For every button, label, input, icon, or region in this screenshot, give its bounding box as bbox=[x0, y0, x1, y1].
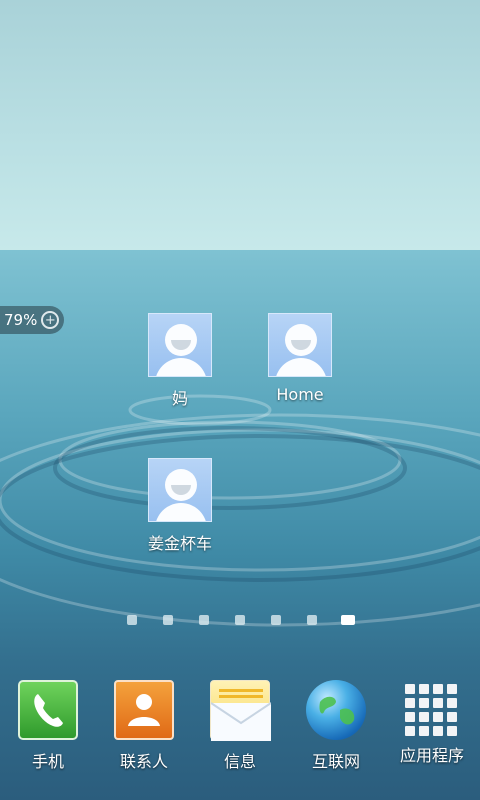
page-dot[interactable] bbox=[271, 615, 281, 625]
dock-label: 手机 bbox=[31, 752, 64, 771]
phone-icon bbox=[18, 680, 78, 740]
dock-app-contacts[interactable]: 联系人 bbox=[96, 680, 192, 772]
page-dot-active[interactable] bbox=[341, 615, 355, 625]
contact-avatar-icon bbox=[268, 313, 332, 377]
contact-shortcut-ma[interactable]: 妈 bbox=[130, 313, 230, 409]
page-dot[interactable] bbox=[307, 615, 317, 625]
dock-label: 应用程序 bbox=[399, 746, 464, 765]
battery-percent: 79% bbox=[4, 311, 38, 329]
dock-app-messages[interactable]: 信息 bbox=[192, 680, 288, 772]
dock-label: 信息 bbox=[223, 752, 256, 771]
contacts-icon bbox=[114, 680, 174, 740]
page-dot[interactable] bbox=[127, 615, 137, 625]
page-dot[interactable] bbox=[163, 615, 173, 625]
message-icon bbox=[210, 680, 272, 741]
contact-label: 妈 bbox=[171, 389, 188, 408]
page-dot[interactable] bbox=[199, 615, 209, 625]
contact-avatar-icon bbox=[148, 313, 212, 377]
globe-icon bbox=[306, 680, 366, 740]
battery-indicator: 79% + bbox=[0, 306, 64, 334]
contact-avatar-icon bbox=[148, 458, 212, 522]
dock-app-phone[interactable]: 手机 bbox=[0, 680, 96, 772]
contact-shortcut-jiang[interactable]: 姜金杯车 bbox=[130, 458, 230, 554]
wallpaper-sky bbox=[0, 0, 480, 250]
dock-app-internet[interactable]: 互联网 bbox=[288, 680, 384, 772]
page-indicator[interactable] bbox=[0, 614, 480, 626]
apps-grid-icon bbox=[405, 680, 459, 736]
dock-label: 联系人 bbox=[119, 752, 168, 771]
dock-label: 互联网 bbox=[311, 752, 360, 771]
page-dot[interactable] bbox=[235, 615, 245, 625]
dock-app-all-apps[interactable]: 应用程序 bbox=[384, 680, 480, 766]
contact-shortcut-home[interactable]: Home bbox=[250, 313, 350, 404]
contact-label: 姜金杯车 bbox=[147, 534, 212, 553]
dock: 手机 联系人 信息 互联网 应用程序 bbox=[0, 660, 480, 800]
contact-label: Home bbox=[276, 385, 324, 404]
charging-plus-icon: + bbox=[41, 311, 60, 329]
